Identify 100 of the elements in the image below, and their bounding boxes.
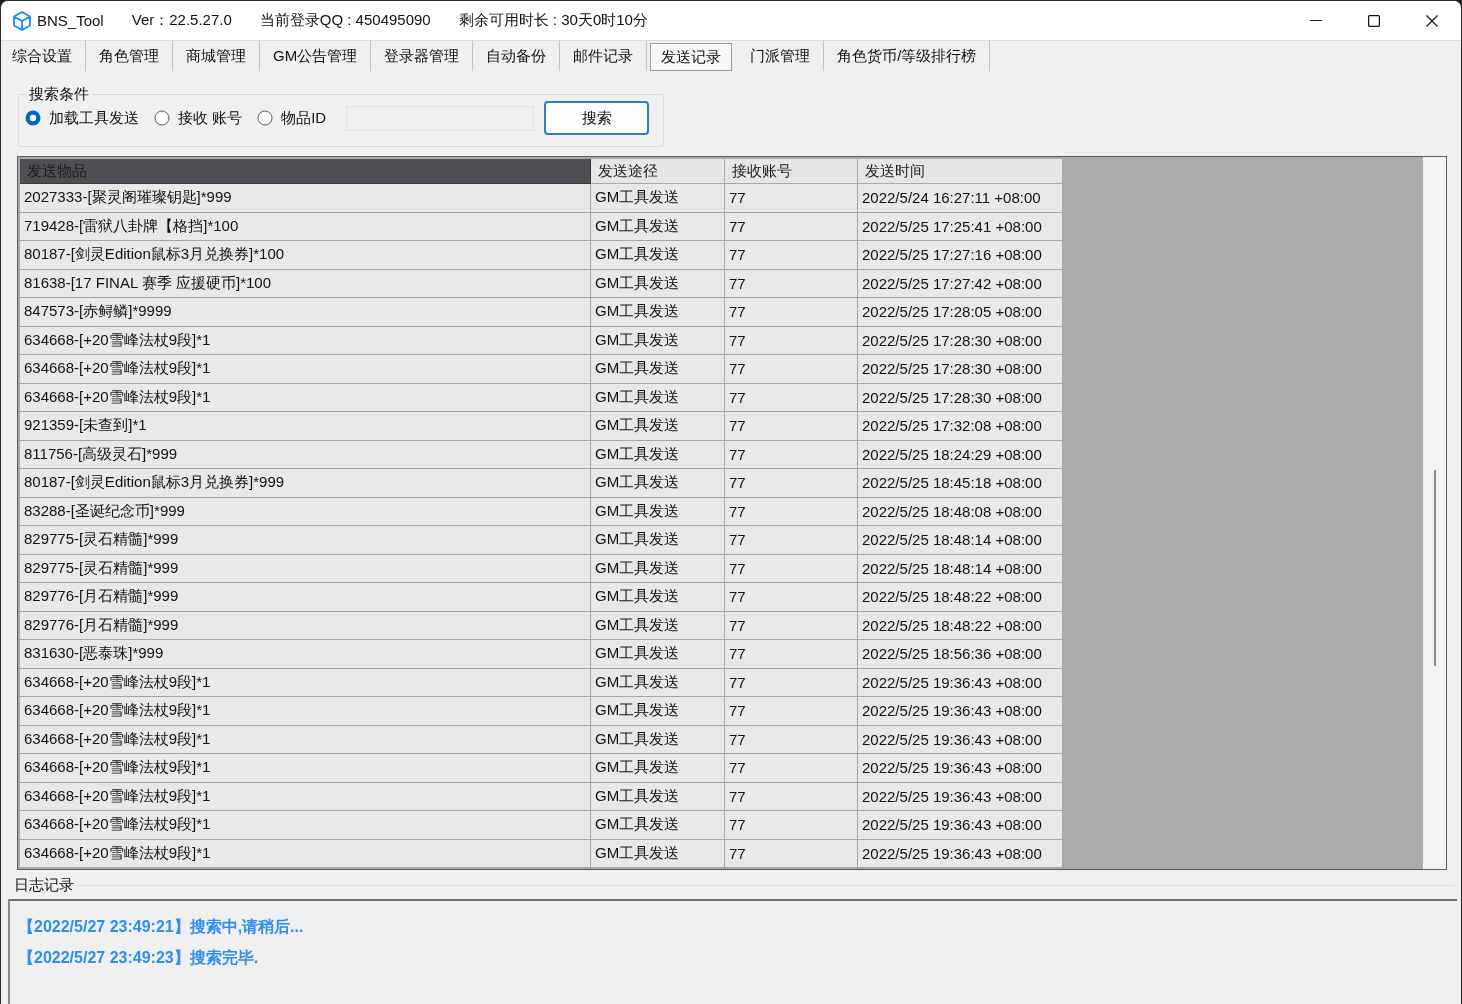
table-cell: 77 <box>725 412 858 441</box>
table-cell: GM工具发送 <box>591 526 725 555</box>
table-cell: GM工具发送 <box>591 554 725 583</box>
radio-button[interactable]: 接收 账号 <box>154 108 243 128</box>
scrollbar-thumb[interactable] <box>1434 470 1436 666</box>
table-cell: 634668-[+20雪峰法杖9段]*1 <box>20 725 591 754</box>
table-cell: GM工具发送 <box>591 640 725 669</box>
table-cell: 829776-[月石精髓]*999 <box>20 611 591 640</box>
table-cell: 2022/5/25 17:28:05 +08:00 <box>858 298 1063 327</box>
table-cell: 80187-[剑灵Edition鼠标3月兑换券]*100 <box>20 241 591 270</box>
table-cell: GM工具发送 <box>591 497 725 526</box>
table-cell: GM工具发送 <box>591 697 725 726</box>
table-cell: 77 <box>725 611 858 640</box>
radio-button[interactable]: 加载工具发送 <box>25 108 139 128</box>
table-cell: 634668-[+20雪峰法杖9段]*1 <box>20 782 591 811</box>
version-label: Ver：22.5.27.0 <box>131 11 232 30</box>
table-cell: 2022/5/25 18:45:18 +08:00 <box>858 469 1063 498</box>
table-cell: 831630-[恶泰珠]*999 <box>20 640 591 669</box>
table-cell: 634668-[+20雪峰法杖9段]*1 <box>20 326 591 355</box>
table-cell: 77 <box>725 668 858 697</box>
table-cell: 2022/5/25 18:48:14 +08:00 <box>858 526 1063 555</box>
app-title: BNS_Tool <box>37 12 104 29</box>
table-cell: 2022/5/25 19:36:43 +08:00 <box>858 839 1063 868</box>
table-cell: GM工具发送 <box>591 583 725 612</box>
table-cell: 77 <box>725 383 858 412</box>
table-cell: 634668-[+20雪峰法杖9段]*1 <box>20 383 591 412</box>
table-cell: 81638-[17 FINAL 赛季 应援硬币]*100 <box>20 269 591 298</box>
table-cell: 2022/5/25 18:48:22 +08:00 <box>858 583 1063 612</box>
table-cell: 77 <box>725 554 858 583</box>
log-entry: 【2022/5/27 23:49:23】搜索完毕. <box>18 948 260 968</box>
table-cell: 77 <box>725 241 858 270</box>
table-cell: 2022/5/25 17:28:30 +08:00 <box>858 383 1063 412</box>
table-cell: GM工具发送 <box>591 269 725 298</box>
radio-button[interactable]: 物品ID <box>257 108 327 128</box>
column-header[interactable]: 发送途径 <box>591 159 725 184</box>
table-cell: 2027333-[聚灵阁璀璨钥匙]*999 <box>20 184 591 213</box>
group-title: 日志记录 <box>14 876 74 895</box>
table-cell: 77 <box>725 640 858 669</box>
table-cell: GM工具发送 <box>591 212 725 241</box>
table-cell: 634668-[+20雪峰法杖9段]*1 <box>20 754 591 783</box>
table-cell: 77 <box>725 782 858 811</box>
table-cell: 2022/5/25 17:27:16 +08:00 <box>858 241 1063 270</box>
table-cell: 77 <box>725 440 858 469</box>
table-cell: 2022/5/25 19:36:43 +08:00 <box>858 668 1063 697</box>
table-cell: GM工具发送 <box>591 839 725 868</box>
table-cell: GM工具发送 <box>591 184 725 213</box>
table-cell: 77 <box>725 697 858 726</box>
table-cell: 77 <box>725 497 858 526</box>
table-cell: 77 <box>725 184 858 213</box>
table-cell: 2022/5/25 19:36:43 +08:00 <box>858 725 1063 754</box>
table-cell: GM工具发送 <box>591 440 725 469</box>
table-cell: 77 <box>725 754 858 783</box>
table-cell: 77 <box>725 583 858 612</box>
table-cell: 847573-[赤鲟鳞]*9999 <box>20 298 591 327</box>
table-cell: 2022/5/25 17:27:42 +08:00 <box>858 269 1063 298</box>
table-cell: 2022/5/25 17:28:30 +08:00 <box>858 326 1063 355</box>
table-cell: 811756-[高级灵石]*999 <box>20 440 591 469</box>
close-icon <box>1426 14 1438 27</box>
table-cell: 2022/5/25 18:48:22 +08:00 <box>858 611 1063 640</box>
table-cell: GM工具发送 <box>591 298 725 327</box>
table-cell: 634668-[+20雪峰法杖9段]*1 <box>20 839 591 868</box>
column-header[interactable]: 接收账号 <box>725 159 858 184</box>
table-cell: GM工具发送 <box>591 754 725 783</box>
table-cell: 829775-[灵石精髓]*999 <box>20 526 591 555</box>
table-cell: 77 <box>725 212 858 241</box>
table-cell: 77 <box>725 725 858 754</box>
account-label: 当前登录QQ : 450495090 <box>259 11 431 30</box>
table-cell: 77 <box>725 526 858 555</box>
group-title: 搜索条件 <box>28 85 90 104</box>
table-cell: 77 <box>725 469 858 498</box>
table-cell: 634668-[+20雪峰法杖9段]*1 <box>20 355 591 384</box>
column-header[interactable]: 发送时间 <box>858 159 1063 184</box>
search-button[interactable]: 搜索 <box>544 101 650 135</box>
table-cell: 2022/5/24 16:27:11 +08:00 <box>858 184 1063 213</box>
table-cell: 921359-[未查到]*1 <box>20 412 591 441</box>
table-cell: 77 <box>725 839 858 868</box>
table-cell: 2022/5/25 17:28:30 +08:00 <box>858 355 1063 384</box>
remaining-time-label: 剩余可用时长 : 30天0时10分 <box>458 11 648 30</box>
maximize-icon <box>1368 14 1380 27</box>
table-cell: GM工具发送 <box>591 668 725 697</box>
table-cell: 634668-[+20雪峰法杖9段]*1 <box>20 668 591 697</box>
table-cell: 83288-[圣诞纪念币]*999 <box>20 497 591 526</box>
table-cell: 2022/5/25 18:56:36 +08:00 <box>858 640 1063 669</box>
table-cell: GM工具发送 <box>591 725 725 754</box>
table-cell: GM工具发送 <box>591 611 725 640</box>
table-cell: 77 <box>725 269 858 298</box>
log-entry: 【2022/5/27 23:49:21】搜索中,请稍后... <box>18 917 305 937</box>
table-cell: GM工具发送 <box>591 811 725 840</box>
table-cell: 77 <box>725 811 858 840</box>
table-cell: 80187-[剑灵Edition鼠标3月兑换券]*999 <box>20 469 591 498</box>
table-cell: 77 <box>725 326 858 355</box>
table-cell: 2022/5/25 17:32:08 +08:00 <box>858 412 1063 441</box>
tab[interactable]: 发送记录 <box>650 43 733 71</box>
table-cell: 77 <box>725 355 858 384</box>
table-cell: 2022/5/25 17:25:41 +08:00 <box>858 212 1063 241</box>
table-cell: GM工具发送 <box>591 412 725 441</box>
table-cell: 634668-[+20雪峰法杖9段]*1 <box>20 811 591 840</box>
minimize-icon <box>1310 19 1322 22</box>
table-cell: 77 <box>725 298 858 327</box>
table-cell: 2022/5/25 18:24:29 +08:00 <box>858 440 1063 469</box>
